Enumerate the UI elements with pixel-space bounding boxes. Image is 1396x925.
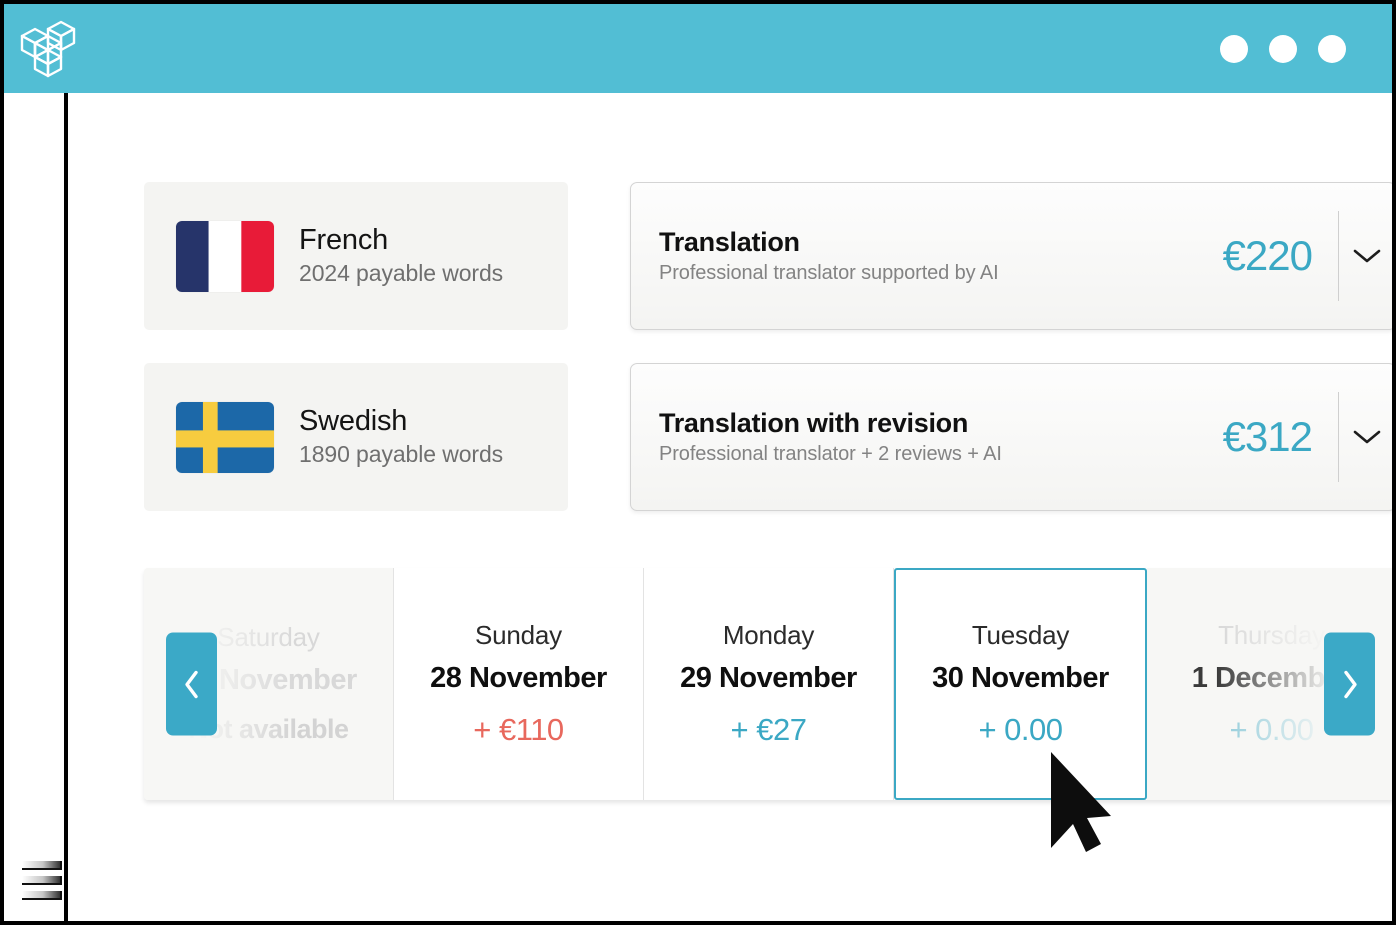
menu-bar-3 <box>22 891 62 900</box>
day-weekday: Saturday <box>217 622 320 653</box>
day-weekday: Sunday <box>475 620 562 651</box>
left-sidebar <box>4 93 68 921</box>
isometric-cubes-logo <box>20 20 76 77</box>
service-card-translation-with-revision[interactable]: Translation with revision Professional t… <box>630 363 1392 511</box>
menu-bar-1 <box>22 861 62 870</box>
menu-bar-2 <box>22 876 62 885</box>
language-text: French 2024 payable words <box>299 224 503 288</box>
service-subtitle: Professional translator supported by AI <box>659 262 999 285</box>
day-weekday: Tuesday <box>971 620 1070 651</box>
service-texts: Translation with revision Professional t… <box>659 408 1223 466</box>
language-text: Swedish 1890 payable words <box>299 405 503 469</box>
stacked-bars-icon[interactable] <box>22 861 62 903</box>
chevron-right-icon <box>1343 670 1357 698</box>
prev-dates-button[interactable] <box>166 632 217 736</box>
service-title: Translation with revision <box>659 407 969 438</box>
language-name: Swedish <box>299 404 408 437</box>
chevron-down-icon <box>1353 249 1381 263</box>
flag-france-icon <box>176 220 274 292</box>
day-date: 29 November <box>680 661 857 694</box>
day-date: 28 November <box>430 661 607 694</box>
quote-row: French 2024 payable words Translation Pr… <box>144 182 1392 330</box>
day-price: + €27 <box>730 711 807 747</box>
window-controls <box>1220 34 1346 63</box>
title-bar <box>4 4 1392 93</box>
quote-row: Swedish 1890 payable words Translation w… <box>144 363 1392 511</box>
day-cell-sunday[interactable]: Sunday 28 November + €110 <box>394 568 644 800</box>
flag-sweden-icon <box>176 401 274 473</box>
day-cell-tuesday[interactable]: Tuesday 30 November + 0.00 <box>894 568 1147 800</box>
language-wordcount: 2024 payable words <box>299 260 504 287</box>
window-dot-1[interactable] <box>1220 34 1248 63</box>
quote-list: French 2024 payable words Translation Pr… <box>144 182 1392 544</box>
window-dot-3[interactable] <box>1318 34 1346 63</box>
service-card-translation[interactable]: Translation Professional translator supp… <box>630 182 1392 330</box>
day-price: + 0.00 <box>978 711 1063 747</box>
service-texts: Translation Professional translator supp… <box>659 227 1223 285</box>
service-title: Translation <box>659 226 800 257</box>
service-price: €220 <box>1222 232 1313 279</box>
language-card-swedish[interactable]: Swedish 1890 payable words <box>144 363 568 511</box>
service-expand-button[interactable] <box>1339 364 1392 510</box>
service-price: €312 <box>1222 413 1313 460</box>
language-name: French <box>299 223 389 256</box>
delivery-date-strip: Saturday 27 November Not available Sunda… <box>144 568 1392 800</box>
main-content: French 2024 payable words Translation Pr… <box>68 93 1392 921</box>
day-date: 30 November <box>932 661 1109 694</box>
day-cell-monday[interactable]: Monday 29 November + €27 <box>644 568 894 800</box>
language-wordcount: 1890 payable words <box>299 441 504 468</box>
app-window: French 2024 payable words Translation Pr… <box>0 0 1396 925</box>
service-expand-button[interactable] <box>1339 183 1392 329</box>
chevron-down-icon <box>1353 430 1381 444</box>
language-card-french[interactable]: French 2024 payable words <box>144 182 568 330</box>
day-price: + €110 <box>473 711 564 747</box>
service-subtitle: Professional translator + 2 reviews + AI <box>659 443 1002 466</box>
next-dates-button[interactable] <box>1324 632 1375 736</box>
day-price: + 0.00 <box>1229 711 1314 747</box>
day-weekday: Thursday <box>1218 620 1325 651</box>
day-weekday: Monday <box>722 620 815 651</box>
window-dot-2[interactable] <box>1269 34 1297 63</box>
chevron-left-icon <box>184 670 198 698</box>
delivery-date-picker: Saturday 27 November Not available Sunda… <box>144 568 1392 800</box>
